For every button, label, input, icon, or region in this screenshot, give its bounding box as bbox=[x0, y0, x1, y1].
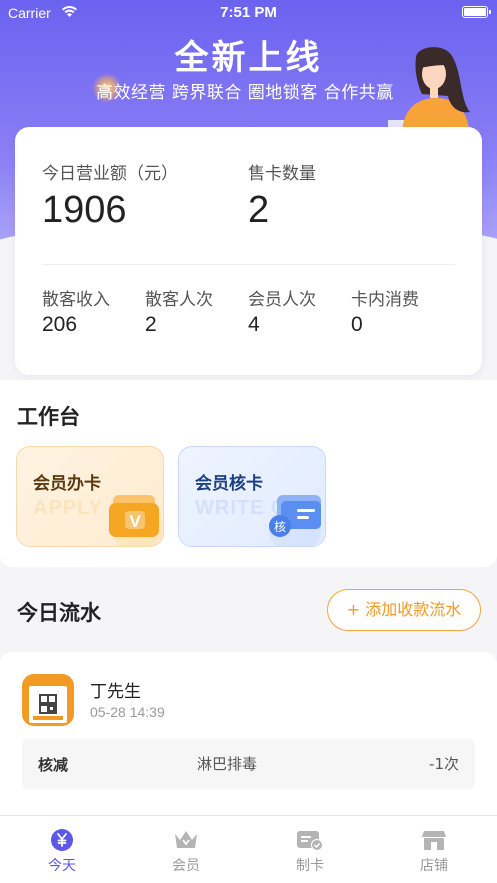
record-detail-row: 核减 淋巴排毒 -1次 bbox=[22, 739, 475, 789]
walkin-income-value: 206 bbox=[42, 313, 78, 336]
yen-icon bbox=[51, 829, 73, 851]
verify-card-icon: 核 bbox=[269, 495, 321, 546]
add-payment-record-button[interactable]: + 添加收款流水 bbox=[327, 589, 481, 631]
card-check-icon bbox=[297, 831, 323, 851]
walkin-visits-value: 2 bbox=[145, 313, 157, 336]
record-quantity: -1次 bbox=[429, 755, 459, 773]
tab-today[interactable]: 今天 bbox=[0, 816, 124, 883]
tab-label: 会员 bbox=[172, 858, 200, 874]
card-consumption-value: 0 bbox=[351, 313, 363, 336]
cards-sold-value: 2 bbox=[248, 189, 270, 231]
tile-label: 会员核卡 bbox=[195, 474, 263, 494]
stats-card: 今日营业额（元） 1906 售卡数量 2 散客收入 206 散客人次 2 会员人… bbox=[15, 127, 482, 375]
clock: 7:51 PM bbox=[220, 4, 277, 21]
flow-record[interactable]: 丁先生 05-28 14:39 核减 淋巴排毒 -1次 bbox=[0, 652, 497, 815]
member-verify-card-tile[interactable]: 会员核卡 WRITE O 核 bbox=[178, 446, 326, 547]
battery-icon bbox=[462, 6, 491, 18]
card-consumption-label: 卡内消费 bbox=[351, 290, 419, 310]
record-time: 05-28 14:39 bbox=[90, 704, 165, 720]
tile-badge: 核 bbox=[274, 520, 286, 534]
customer-name: 丁先生 bbox=[90, 682, 141, 702]
walkin-visits-label: 散客人次 bbox=[145, 290, 213, 310]
tile-label: 会员办卡 bbox=[33, 474, 101, 494]
tab-label: 今天 bbox=[48, 858, 76, 874]
hero-subtitle: 高效经营 跨界联合 圈地锁客 合作共赢 bbox=[96, 83, 394, 103]
card-divider bbox=[42, 264, 455, 265]
walkin-income-label: 散客收入 bbox=[42, 290, 110, 310]
woman-illustration bbox=[388, 47, 470, 136]
tile-badge: V bbox=[129, 512, 141, 531]
tab-members[interactable]: 会员 bbox=[124, 816, 248, 883]
tab-label: 店铺 bbox=[420, 858, 448, 874]
qr-code-icon bbox=[29, 686, 67, 723]
workbench-section: 工作台 会员办卡 APPLY C V 会员核卡 WRITE O 核 bbox=[0, 380, 497, 567]
member-visits-value: 4 bbox=[248, 313, 260, 336]
avatar bbox=[22, 674, 74, 726]
crown-icon bbox=[175, 831, 197, 848]
record-service: 淋巴排毒 bbox=[197, 755, 258, 773]
tab-store[interactable]: 店铺 bbox=[372, 816, 496, 883]
tab-label: 制卡 bbox=[296, 858, 324, 874]
member-apply-card-tile[interactable]: 会员办卡 APPLY C V bbox=[16, 446, 164, 547]
revenue-value: 1906 bbox=[42, 189, 127, 231]
revenue-label: 今日营业额（元） bbox=[42, 164, 178, 184]
cards-sold-label: 售卡数量 bbox=[248, 164, 316, 184]
vip-card-icon: V bbox=[109, 495, 163, 546]
record-type: 核减 bbox=[38, 756, 69, 774]
tab-make-card[interactable]: 制卡 bbox=[248, 816, 372, 883]
member-visits-label: 会员人次 bbox=[248, 290, 316, 310]
workbench-title: 工作台 bbox=[17, 405, 80, 429]
tab-bar: 今天 会员 制卡 店铺 bbox=[0, 815, 497, 883]
today-flow-title: 今日流水 bbox=[17, 601, 101, 625]
store-icon bbox=[422, 831, 446, 850]
status-bar: Carrier 7:51 PM bbox=[0, 0, 497, 26]
